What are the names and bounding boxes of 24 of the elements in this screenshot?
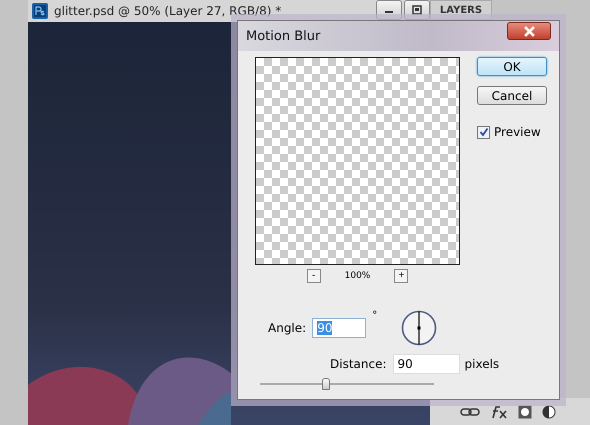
preview-label: Preview xyxy=(494,125,541,139)
dialog-title: Motion Blur xyxy=(246,28,320,44)
zoom-out-button[interactable]: - xyxy=(306,269,321,283)
restore-icon xyxy=(412,5,422,15)
close-button[interactable] xyxy=(507,22,551,40)
effects-icon[interactable] xyxy=(490,404,508,418)
mask-icon[interactable] xyxy=(518,404,532,418)
degree-unit: ° xyxy=(372,310,378,321)
dialog-button[interactable]: Cancel xyxy=(477,86,547,105)
pixels-unit: pixels xyxy=(464,357,500,371)
document-title: glitter.psd @ 50% (Layer 27, RGB/8) * xyxy=(54,4,282,18)
close-icon xyxy=(524,26,534,36)
zoom-level: 100% xyxy=(344,271,370,281)
slider-thumb[interactable] xyxy=(322,378,330,390)
dialog-button[interactable]: OK xyxy=(477,57,547,76)
angle-label: Angle: xyxy=(268,321,306,335)
distance-label: Distance: xyxy=(330,357,387,371)
link-icon[interactable] xyxy=(460,406,480,416)
adjustment-icon[interactable] xyxy=(542,404,556,418)
app-logo-icon xyxy=(32,3,48,19)
distance-field[interactable]: 90 xyxy=(392,354,460,374)
preview-checkbox[interactable] xyxy=(477,126,490,138)
zoom-in-button[interactable]: + xyxy=(394,269,408,283)
angle-dial[interactable] xyxy=(401,310,438,346)
